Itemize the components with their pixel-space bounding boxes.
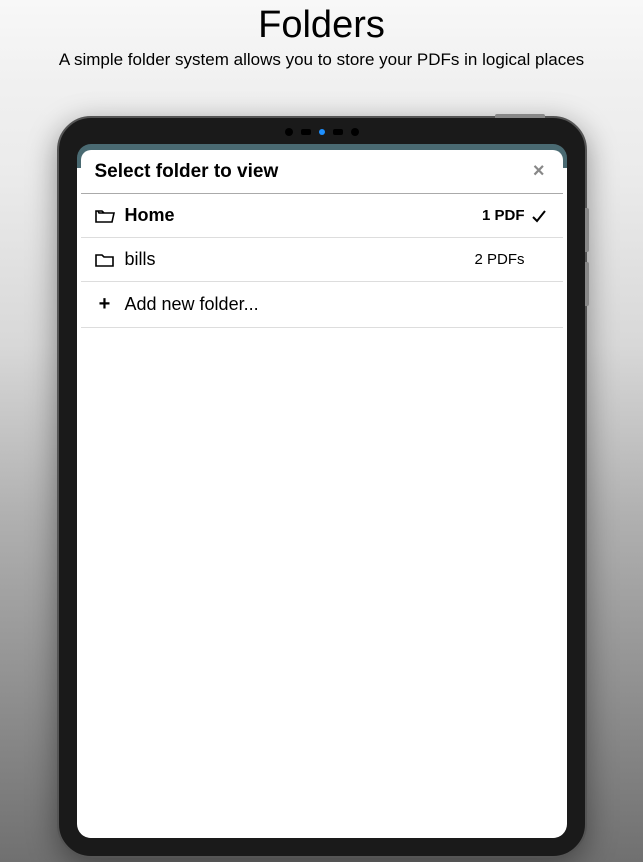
folder-count: 2 PDFs bbox=[474, 251, 524, 268]
folder-row-bills[interactable]: bills 2 PDFs bbox=[81, 238, 563, 282]
hardware-top-button bbox=[495, 114, 545, 118]
check-icon bbox=[531, 208, 549, 224]
folder-count: 1 PDF bbox=[482, 207, 525, 224]
modal-title: Select folder to view bbox=[95, 161, 279, 183]
hardware-side-button-1 bbox=[585, 208, 589, 252]
folder-open-icon bbox=[95, 208, 115, 224]
plus-icon: + bbox=[95, 293, 115, 316]
modal-header: Select folder to view × bbox=[81, 150, 563, 194]
close-button[interactable]: × bbox=[529, 160, 549, 183]
folder-icon bbox=[95, 252, 115, 268]
tablet-screen: Select folder to view × Home 1 PDF bbox=[77, 144, 567, 838]
add-folder-row[interactable]: + Add new folder... bbox=[81, 282, 563, 328]
folder-row-home[interactable]: Home 1 PDF bbox=[81, 194, 563, 238]
add-folder-label: Add new folder... bbox=[125, 294, 549, 315]
page-subtitle: A simple folder system allows you to sto… bbox=[0, 49, 643, 71]
tablet-frame: Select folder to view × Home 1 PDF bbox=[57, 116, 587, 858]
folder-label: bills bbox=[125, 249, 475, 270]
page-title: Folders bbox=[0, 4, 643, 47]
folder-select-modal: Select folder to view × Home 1 PDF bbox=[81, 150, 563, 838]
sensor-bar bbox=[285, 128, 359, 136]
hardware-side-button-2 bbox=[585, 262, 589, 306]
folder-label: Home bbox=[125, 205, 482, 226]
